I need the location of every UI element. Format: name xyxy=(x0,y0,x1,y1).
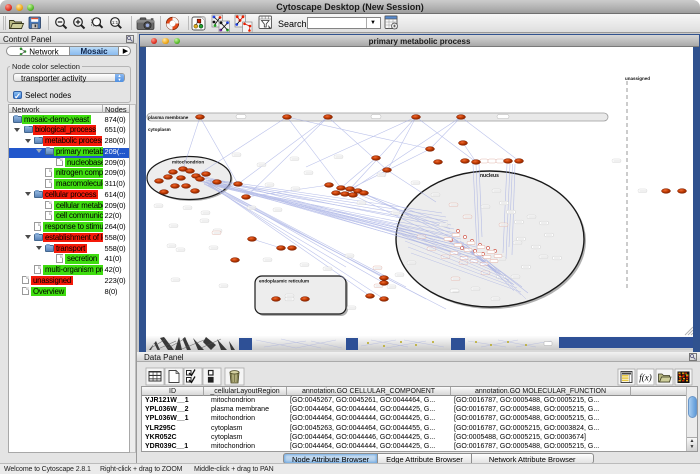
svg-text:f(x): f(x) xyxy=(639,373,652,383)
svg-text:endoplasmic reticulum: endoplasmic reticulum xyxy=(259,279,309,284)
svg-text:plasma membrane: plasma membrane xyxy=(148,115,189,120)
svg-text:1:1: 1:1 xyxy=(112,20,119,25)
svg-text:unassigned: unassigned xyxy=(625,76,650,81)
svg-text:nucleus: nucleus xyxy=(480,173,499,179)
svg-text:cytoplasm: cytoplasm xyxy=(148,127,171,132)
svg-text:mitochondrion: mitochondrion xyxy=(172,160,204,165)
